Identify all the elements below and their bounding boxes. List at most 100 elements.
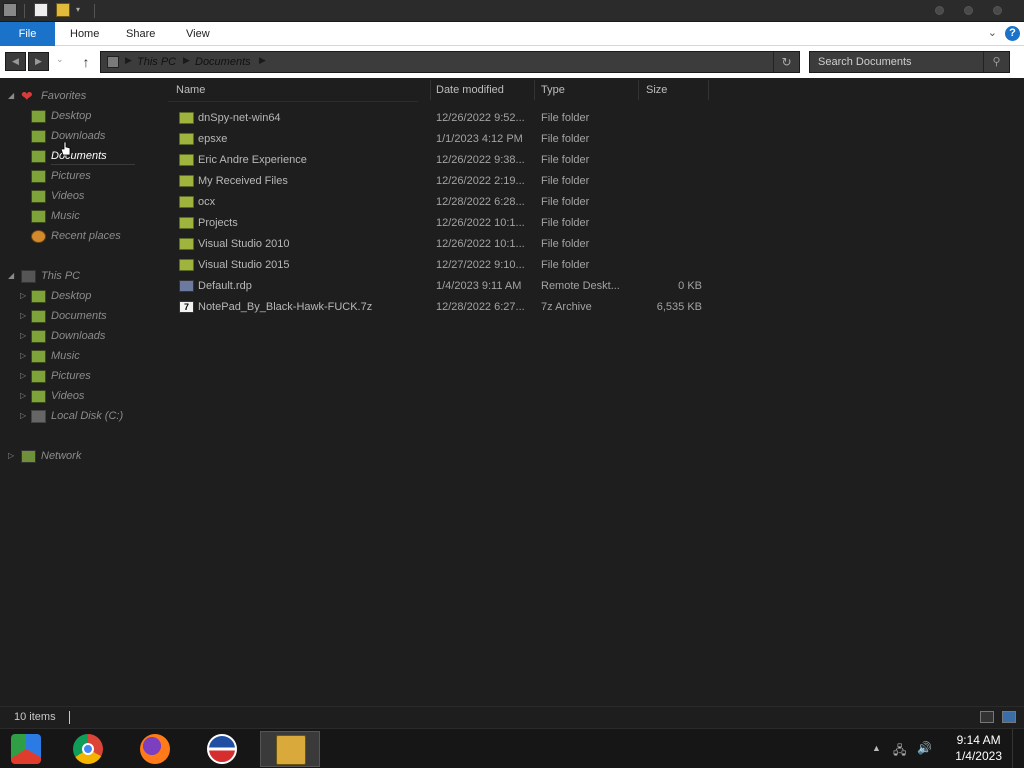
- chevron-right-icon[interactable]: ▶: [125, 55, 132, 66]
- up-button[interactable]: ↑: [78, 52, 94, 72]
- chevron-right-icon[interactable]: ▷: [20, 291, 26, 300]
- minimize-button[interactable]: [935, 6, 944, 15]
- obama-logo-icon: [207, 734, 237, 764]
- recent-locations-icon[interactable]: ⌄: [56, 54, 64, 65]
- tab-share[interactable]: Share: [116, 22, 165, 46]
- volume-icon[interactable]: 🔊: [917, 741, 932, 755]
- column-header-date[interactable]: Date modified: [428, 82, 504, 100]
- explorer-window-icon[interactable]: [3, 3, 17, 17]
- file-row[interactable]: Default.rdp 1/4/2023 9:11 AM Remote Desk…: [168, 276, 708, 297]
- clock[interactable]: 9:14 AM 1/4/2023: [955, 732, 1002, 764]
- file-row[interactable]: Eric Andre Experience 12/26/2022 9:38...…: [168, 150, 708, 171]
- taskbar-file-explorer[interactable]: [260, 731, 320, 767]
- nav-pc-documents[interactable]: ▷ Documents: [0, 307, 165, 327]
- file-type: File folder: [541, 217, 590, 229]
- column-header-size[interactable]: Size: [638, 82, 667, 100]
- search-icon[interactable]: ⚲: [983, 52, 1009, 72]
- folder-icon: [179, 196, 194, 208]
- nav-label: Videos: [51, 390, 85, 402]
- taskbar-chrome[interactable]: [58, 731, 118, 767]
- file-row[interactable]: epsxe 1/1/2023 4:12 PM File folder: [168, 129, 708, 150]
- search-input[interactable]: [810, 52, 985, 72]
- nav-pc-local-disk[interactable]: ▷ Local Disk (C:): [0, 407, 165, 427]
- file-type: File folder: [541, 154, 590, 166]
- breadcrumb-documents[interactable]: Documents: [195, 56, 251, 68]
- folder-icon: [179, 238, 194, 250]
- chevron-right-icon[interactable]: ▷: [20, 331, 26, 340]
- nav-pc-desktop[interactable]: ▷ Desktop: [0, 287, 165, 307]
- nav-pc-pictures[interactable]: ▷ Pictures: [0, 367, 165, 387]
- nav-label: Videos: [51, 190, 85, 202]
- title-bar: ▾: [0, 0, 1024, 22]
- file-row[interactable]: Visual Studio 2010 12/26/2022 10:1... Fi…: [168, 234, 708, 255]
- breadcrumb-this-pc[interactable]: This PC: [137, 56, 176, 68]
- folder-icon: [179, 259, 194, 271]
- tab-view[interactable]: View: [176, 22, 220, 46]
- file-row[interactable]: Projects 12/26/2022 10:1... File folder: [168, 213, 708, 234]
- pictures-icon: [31, 370, 46, 383]
- chevron-right-icon[interactable]: ▷: [8, 451, 14, 460]
- new-folder-icon[interactable]: [56, 3, 70, 17]
- show-hidden-icons-icon[interactable]: ▲: [872, 743, 881, 753]
- nav-label: Downloads: [51, 330, 106, 342]
- properties-icon[interactable]: [34, 3, 48, 17]
- customize-quick-access-icon[interactable]: ▾: [76, 5, 80, 14]
- nav-fav-documents[interactable]: Documents: [0, 147, 165, 167]
- nav-fav-music[interactable]: Music: [0, 207, 165, 227]
- nav-pc-videos[interactable]: ▷ Videos: [0, 387, 165, 407]
- nav-label: Favorites: [41, 90, 87, 102]
- chevron-right-icon[interactable]: ▷: [20, 371, 26, 380]
- file-type: File folder: [541, 238, 590, 250]
- large-icons-view-icon[interactable]: [1002, 711, 1016, 723]
- downloads-icon: [31, 330, 46, 343]
- forward-button[interactable]: ▶: [28, 52, 49, 71]
- column-header-name[interactable]: Name: [168, 82, 205, 100]
- file-name: epsxe: [198, 133, 228, 145]
- nav-fav-recent-places[interactable]: Recent places: [0, 227, 165, 247]
- chevron-right-icon[interactable]: ▶: [183, 55, 190, 66]
- nav-fav-downloads[interactable]: Downloads: [0, 127, 165, 147]
- chevron-right-icon[interactable]: ▷: [20, 391, 26, 400]
- nav-fav-desktop[interactable]: Desktop: [0, 107, 165, 127]
- file-name: Eric Andre Experience: [198, 154, 307, 166]
- column-header-type[interactable]: Type: [533, 82, 565, 100]
- network-tray-icon[interactable]: 🖧: [893, 741, 906, 762]
- tab-file[interactable]: File: [0, 22, 55, 46]
- nav-pc-downloads[interactable]: ▷ Downloads: [0, 327, 165, 347]
- nav-this-pc[interactable]: ◢ This PC: [0, 267, 165, 287]
- details-view-icon[interactable]: [980, 711, 994, 723]
- tab-home[interactable]: Home: [60, 22, 109, 46]
- nav-fav-videos[interactable]: Videos: [0, 187, 165, 207]
- nav-pc-music[interactable]: ▷ Music: [0, 347, 165, 367]
- file-row[interactable]: Visual Studio 2015 12/27/2022 9:10... Fi…: [168, 255, 708, 276]
- taskbar-firefox[interactable]: [125, 731, 185, 767]
- taskbar-chromium[interactable]: [0, 731, 60, 767]
- folder-icon: [179, 217, 194, 229]
- separator: [24, 4, 25, 18]
- address-bar[interactable]: ▶ This PC ▶ Documents ▶ ↻: [100, 51, 800, 73]
- back-button[interactable]: ◀: [5, 52, 26, 71]
- file-row[interactable]: 7 NotePad_By_Black-Hawk-FUCK.7z 12/28/20…: [168, 297, 708, 318]
- nav-network[interactable]: ▷ Network: [0, 447, 165, 467]
- chevron-down-icon[interactable]: ◢: [8, 91, 14, 100]
- taskbar-app[interactable]: [192, 731, 252, 767]
- file-type: File folder: [541, 175, 590, 187]
- chevron-right-icon[interactable]: ▷: [20, 311, 26, 320]
- refresh-button[interactable]: ↻: [773, 52, 799, 72]
- file-row[interactable]: My Received Files 12/26/2022 2:19... Fil…: [168, 171, 708, 192]
- file-size: 6,535 KB: [656, 301, 702, 313]
- nav-favorites[interactable]: ◢ ❤ Favorites: [0, 87, 165, 107]
- chevron-right-icon[interactable]: ▷: [20, 351, 26, 360]
- chevron-down-icon[interactable]: ◢: [8, 271, 14, 280]
- chevron-right-icon[interactable]: ▶: [259, 55, 266, 66]
- column-divider[interactable]: [708, 80, 709, 100]
- close-button[interactable]: [993, 6, 1002, 15]
- nav-fav-pictures[interactable]: Pictures: [0, 167, 165, 187]
- file-row[interactable]: dnSpy-net-win64 12/26/2022 9:52... File …: [168, 108, 708, 129]
- chevron-right-icon[interactable]: ▷: [20, 411, 26, 420]
- help-button[interactable]: ?: [1005, 26, 1020, 41]
- show-desktop-button[interactable]: [1012, 729, 1024, 768]
- file-row[interactable]: ocx 12/28/2022 6:28... File folder: [168, 192, 708, 213]
- expand-ribbon-icon[interactable]: ⌄: [988, 26, 997, 39]
- maximize-button[interactable]: [964, 6, 973, 15]
